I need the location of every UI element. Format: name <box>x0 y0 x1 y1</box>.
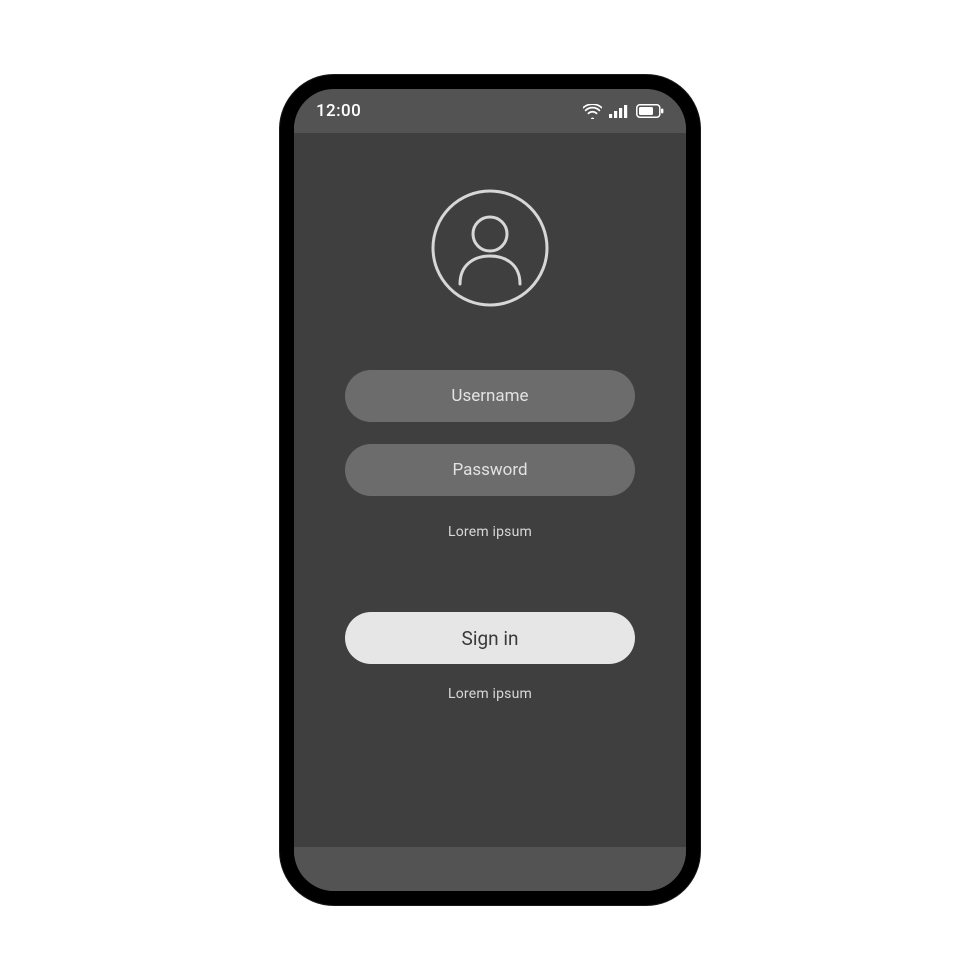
forgot-helper-text[interactable]: Lorem ipsum <box>448 524 532 540</box>
password-input[interactable] <box>345 444 635 496</box>
sign-in-button[interactable]: Sign in <box>345 612 635 664</box>
status-time: 12:00 <box>316 101 361 121</box>
signal-icon <box>609 104 629 118</box>
battery-icon <box>636 104 664 118</box>
home-indicator-bar <box>294 847 686 891</box>
phone-screen: 12:00 <box>294 89 686 891</box>
phone-frame: 12:00 <box>280 75 700 905</box>
username-input[interactable] <box>345 370 635 422</box>
status-bar: 12:00 <box>294 89 686 133</box>
user-avatar-icon <box>430 188 550 308</box>
login-form: Lorem ipsum Sign in Lorem ipsum <box>294 133 686 847</box>
wifi-icon <box>583 104 602 119</box>
status-icons <box>583 104 664 119</box>
signup-helper-text[interactable]: Lorem ipsum <box>448 686 532 702</box>
